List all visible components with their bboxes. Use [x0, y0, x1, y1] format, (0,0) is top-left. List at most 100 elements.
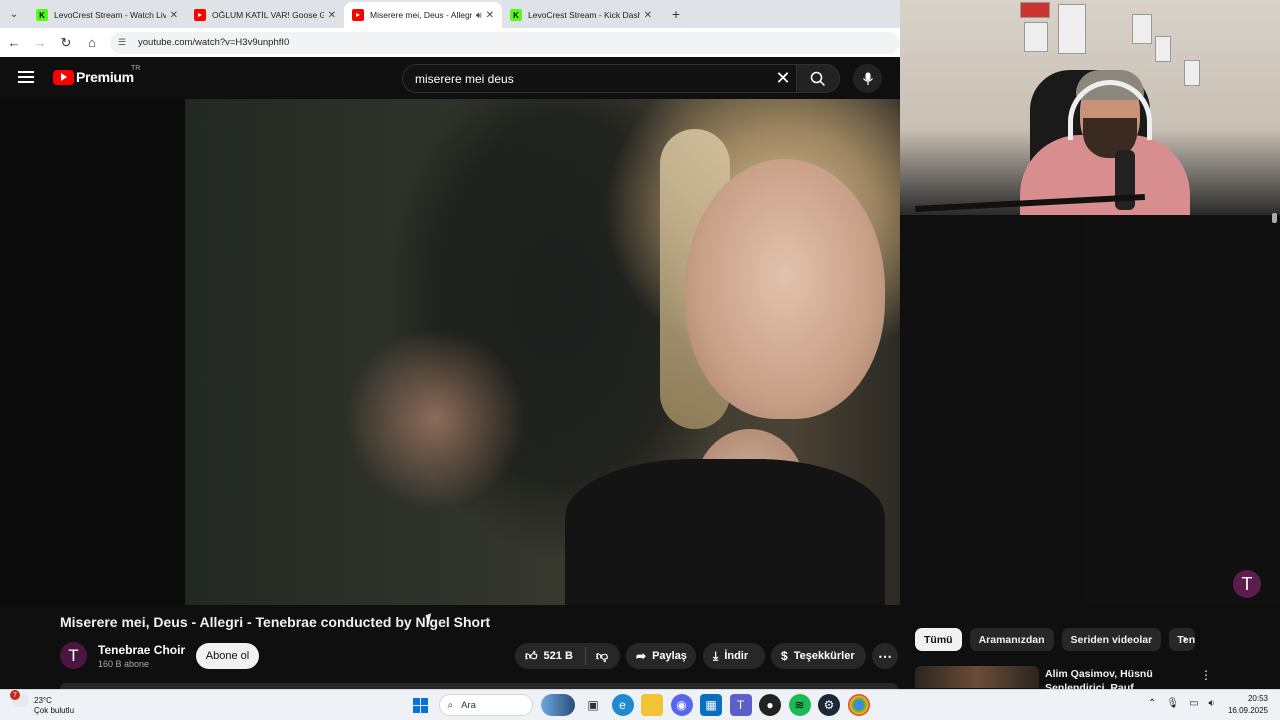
wall-poster — [1058, 4, 1086, 54]
clock[interactable]: 20:53 16.09.2025 — [1226, 693, 1268, 717]
windows-taskbar: 7 23°C Çok bulutlu ⌕ Ara ▣ e ◉ ▦ T ● ≋ ⚙… — [0, 689, 1280, 720]
steam-icon[interactable]: ⚙ — [818, 694, 840, 716]
tab-title: OĞLUM KATİL VAR! Goose Goose — [212, 10, 324, 20]
tab-title: LevoCrest Stream - Kick Dashbo — [528, 10, 640, 20]
thanks-button[interactable]: $ Teşekkürler — [771, 643, 866, 669]
wall-poster — [1132, 14, 1152, 44]
divider — [584, 647, 586, 665]
weather-condition: Çok bulutlu — [34, 706, 75, 715]
more-actions-icon[interactable]: ⋯ — [872, 643, 898, 669]
scrollbar-thumb[interactable] — [1272, 213, 1277, 223]
tab-title: Miserere mei, Deus - Allegri — [370, 10, 472, 20]
logo-text: Premium — [76, 69, 134, 85]
share-label: Paylaş — [652, 650, 687, 662]
taskbar-apps: ⌕ Ara ▣ e ◉ ▦ T ● ≋ ⚙ — [409, 694, 877, 716]
recommended-video-thumbnail[interactable] — [915, 666, 1039, 688]
chip-from-search[interactable]: Aramanızdan — [969, 628, 1054, 651]
discord-icon[interactable]: ◉ — [670, 694, 693, 716]
close-tab-icon[interactable]: ✕ — [486, 10, 494, 21]
site-info-icon[interactable]: ☰ — [118, 37, 132, 48]
tab-search-chevron-icon[interactable]: ⌄ — [4, 4, 24, 24]
browser-toolbar: ← → ↻ ⌂ ☰ youtube.com/watch?v=H3v9unphfI… — [0, 28, 900, 57]
taskbar-search[interactable]: ⌕ Ara — [438, 694, 533, 716]
kebab-menu-icon[interactable]: ⋮ — [1200, 668, 1212, 682]
home-icon[interactable]: ⌂ — [80, 31, 104, 55]
chevron-up-icon[interactable]: ⌃ — [1148, 698, 1156, 709]
youtube-header: Premium TR miserere mei deus ✕ — [0, 57, 900, 99]
chrome-icon[interactable] — [847, 694, 870, 716]
obs-icon[interactable]: ● — [759, 694, 781, 716]
search-icon — [810, 71, 826, 86]
edge-browser-icon[interactable]: e — [611, 694, 634, 716]
download-icon: ⤓ — [713, 648, 719, 663]
file-explorer-icon[interactable] — [641, 694, 663, 716]
wall-poster — [1020, 2, 1050, 18]
youtube-icon — [194, 9, 206, 21]
new-tab-plus-icon[interactable]: + — [666, 4, 686, 24]
video-content — [565, 459, 885, 605]
close-tab-icon[interactable]: ✕ — [644, 10, 652, 21]
address-bar[interactable]: ☰ youtube.com/watch?v=H3v9unphfI0 — [110, 31, 900, 54]
subscriber-count: 160 B abone — [98, 659, 150, 669]
super-thanks-icon: $ — [781, 649, 788, 663]
close-tab-icon[interactable]: ✕ — [328, 10, 336, 21]
forward-arrow-icon[interactable]: → — [28, 31, 52, 55]
like-dislike-group: 👍︎ 521 B 👎︎ — [515, 643, 620, 669]
share-button[interactable]: ➦ Paylaş — [626, 643, 696, 669]
chevron-right-icon[interactable]: › — [1183, 632, 1187, 646]
video-frame — [185, 99, 900, 605]
store-icon[interactable]: ▦ — [700, 694, 722, 716]
back-arrow-icon[interactable]: ← — [2, 31, 26, 55]
reload-icon[interactable]: ↻ — [54, 31, 78, 55]
voice-search-button[interactable] — [853, 64, 882, 93]
volume-icon[interactable]: 🔉︎ — [1209, 698, 1215, 709]
menu-hamburger-icon[interactable] — [18, 71, 34, 83]
like-count[interactable]: 521 B — [544, 650, 573, 662]
chip-all[interactable]: Tümü — [915, 628, 962, 651]
browser-tab-4[interactable]: K LevoCrest Stream - Kick Dashbo ✕ — [502, 2, 660, 28]
youtube-icon — [352, 9, 364, 21]
spotify-icon[interactable]: ≋ — [788, 694, 811, 716]
browser-tab-1[interactable]: K LevoCrest Stream - Watch Live ✕ — [28, 2, 186, 28]
youtube-play-logo-icon — [53, 69, 74, 85]
teams-icon[interactable]: T — [729, 694, 752, 716]
channel-avatar[interactable]: T — [60, 642, 87, 669]
url-text: youtube.com/watch?v=H3v9unphfI0 — [138, 37, 290, 48]
search-input[interactable]: miserere mei deus — [415, 72, 770, 86]
download-label: İndir — [724, 650, 749, 662]
thumbs-down-icon[interactable]: 👎︎ — [596, 649, 608, 664]
tab-title: LevoCrest Stream - Watch Live — [54, 10, 166, 20]
wall-poster — [1024, 22, 1048, 52]
subscribe-button[interactable]: Abone ol — [196, 643, 259, 669]
temperature: 23°C — [34, 696, 52, 705]
browser-tab-3-active[interactable]: Miserere mei, Deus - Allegri 🔊︎ ✕ — [344, 2, 502, 28]
channel-watermark[interactable]: T — [1233, 570, 1261, 598]
download-button[interactable]: ⤓ İndir — [703, 643, 765, 669]
notification-badge: 7 — [10, 690, 20, 700]
thumbs-up-icon[interactable]: 👍︎ — [525, 649, 538, 664]
browser-tab-strip: ⌄ K LevoCrest Stream - Watch Live ✕ OĞLU… — [0, 0, 900, 28]
browser-tab-2[interactable]: OĞLUM KATİL VAR! Goose Goose ✕ — [186, 2, 344, 28]
cloud-icon: 7 — [10, 690, 29, 707]
country-code: TR — [131, 65, 141, 72]
chip-from-series[interactable]: Seriden videolar — [1061, 628, 1162, 651]
speaker-icon[interactable]: 🔊︎ — [476, 10, 482, 21]
widgets-icon[interactable] — [540, 694, 575, 716]
side-panel — [1085, 215, 1280, 605]
search-box[interactable]: miserere mei deus ✕ — [402, 64, 796, 93]
windows-start-icon[interactable] — [409, 694, 431, 716]
channel-name[interactable]: Tenebrae Choir — [98, 643, 185, 657]
wall-poster — [1155, 36, 1171, 62]
youtube-premium-logo[interactable]: Premium TR — [53, 65, 140, 85]
system-tray: ⌃ 🎙︎ ▭ 🔉︎ — [1148, 698, 1225, 709]
weather-widget[interactable]: 7 23°C Çok bulutlu — [10, 690, 74, 715]
clear-search-icon[interactable]: ✕ — [770, 68, 796, 89]
close-tab-icon[interactable]: ✕ — [170, 10, 178, 21]
video-player[interactable] — [0, 99, 900, 605]
microphone-icon[interactable]: 🎙︎ — [1166, 698, 1179, 709]
wall-poster — [1184, 60, 1200, 86]
search-button[interactable] — [796, 64, 840, 93]
task-view-icon[interactable]: ▣ — [582, 694, 604, 716]
recommended-video-title[interactable]: Alim Qasimov, Hüsnü Şenlendirici, Rauf I… — [1045, 667, 1170, 689]
network-icon[interactable]: ▭ — [1189, 698, 1198, 709]
